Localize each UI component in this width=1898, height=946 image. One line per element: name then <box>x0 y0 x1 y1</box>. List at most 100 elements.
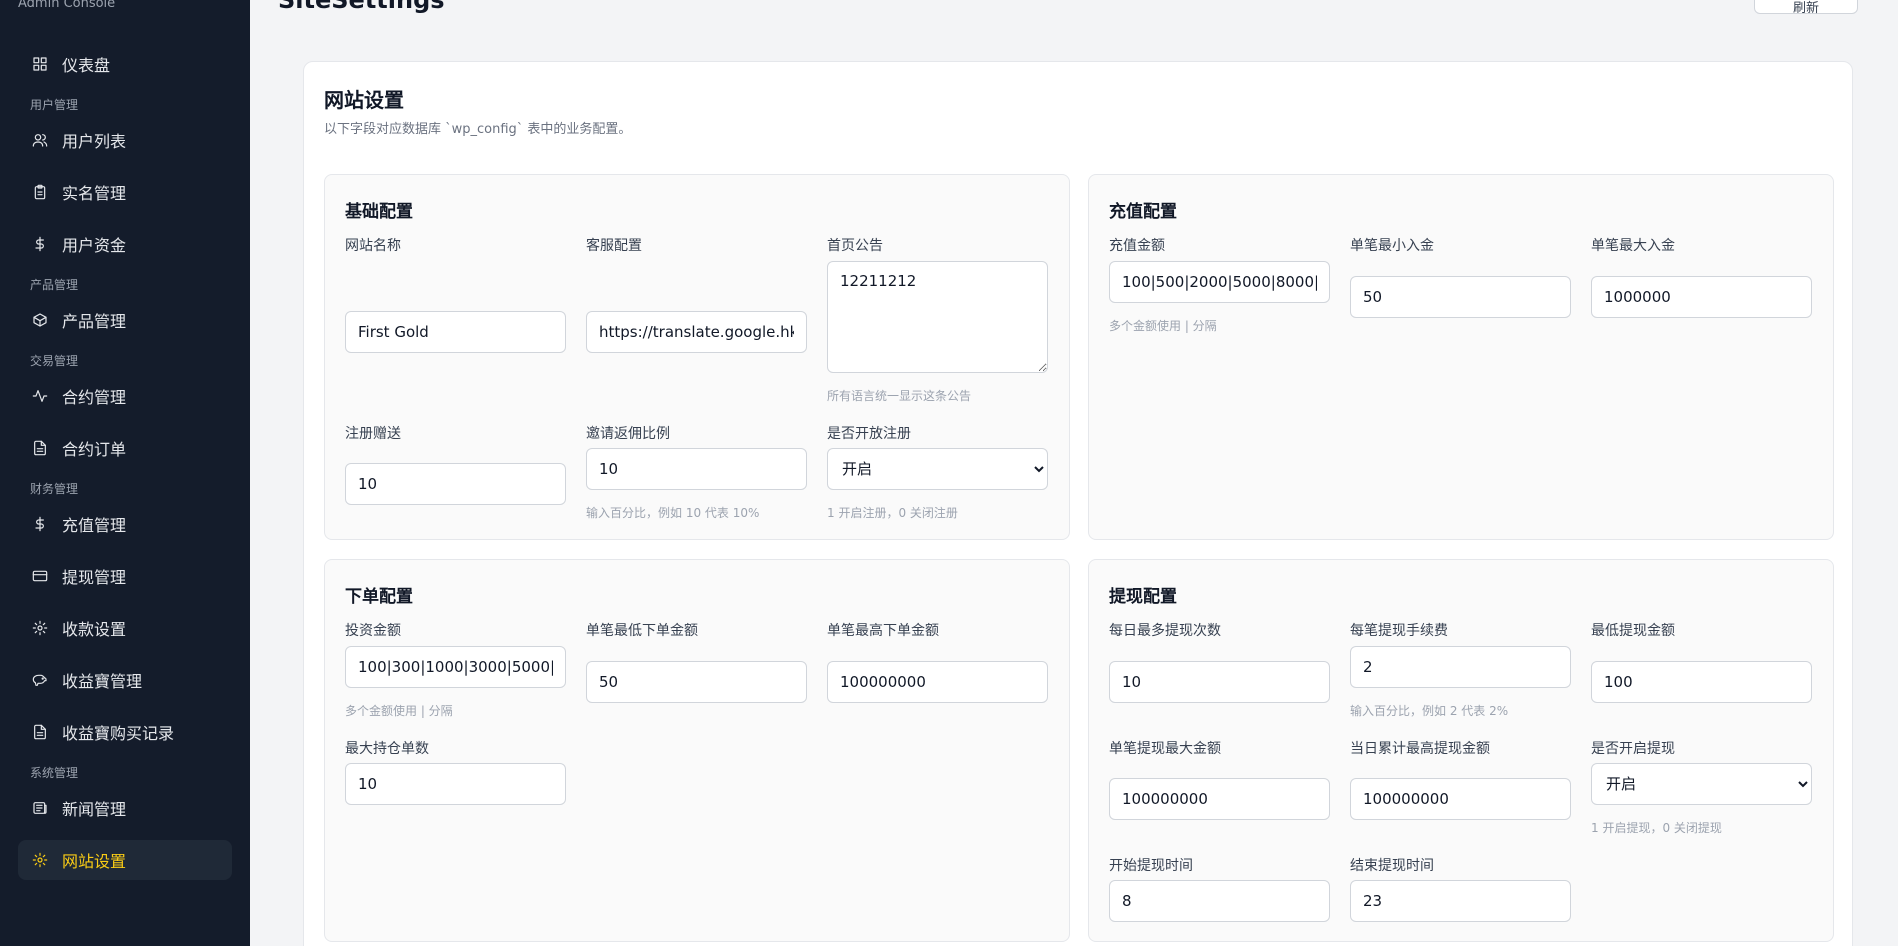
dashboard-icon <box>30 54 50 74</box>
panel-title: 网站设置 <box>324 88 404 112</box>
box-icon <box>30 310 50 330</box>
main-content: SiteSettings 刷新 网站设置 以下字段对应数据库 `wp_confi… <box>250 0 1898 946</box>
file-icon <box>30 438 50 458</box>
page-title: SiteSettings <box>278 0 445 14</box>
recharge-config-card: 充值配置 充值金额 多个金额使用 | 分隔 单笔最小入金 单笔最大入金 <box>1088 174 1834 540</box>
recharge-amount-hint: 多个金额使用 | 分隔 <box>1109 319 1217 333</box>
withdraw-fee-input[interactable] <box>1350 646 1571 688</box>
daily-max-label: 当日累计最高提现金额 <box>1350 741 1490 757</box>
sidebar-section-label: 财务管理 <box>30 482 79 496</box>
order-config-title: 下单配置 <box>345 587 413 607</box>
dollar-icon <box>30 234 50 254</box>
withdraw-open-select[interactable]: 开启 <box>1591 763 1812 805</box>
card-icon <box>30 566 50 586</box>
newspaper-icon <box>30 798 50 818</box>
daily-max-input[interactable] <box>1350 778 1571 820</box>
start-time-input[interactable] <box>1109 880 1330 922</box>
sidebar: Admin Console 仪表盘 用户管理 用户列表 实名管理 用户资金 产品管理 产品管… <box>0 0 250 946</box>
notice-label: 首页公告 <box>827 238 883 254</box>
service-input[interactable] <box>586 311 807 353</box>
refresh-button[interactable]: 刷新 <box>1754 0 1858 16</box>
recharge-amount-label: 充值金额 <box>1109 238 1165 254</box>
notice-hint: 所有语言统一显示这条公告 <box>827 389 972 403</box>
reg-bonus-input[interactable] <box>345 463 566 505</box>
withdraw-config-title: 提现配置 <box>1109 587 1177 607</box>
activity-icon <box>30 386 50 406</box>
notice-textarea[interactable]: 12211212 <box>827 261 1048 373</box>
brand-subtitle: Admin Console <box>18 0 116 11</box>
invite-hint: 输入百分比，例如 10 代表 10% <box>586 506 760 520</box>
piggy-bank-icon <box>30 670 50 690</box>
end-time-input[interactable] <box>1350 880 1571 922</box>
recharge-max-input[interactable] <box>1591 276 1812 318</box>
sidebar-item-label: 提现管理 <box>62 568 127 587</box>
order-config-card: 下单配置 投资金额 多个金额使用 | 分隔 单笔最低下单金额 单笔最高下单金额 … <box>324 559 1070 942</box>
sidebar-item-label: 用户列表 <box>62 132 127 151</box>
basic-config-title: 基础配置 <box>345 202 413 222</box>
sidebar-item-9[interactable]: 合约订单 <box>18 428 232 468</box>
open-reg-select[interactable]: 开启 <box>827 448 1048 490</box>
sidebar-item-11[interactable]: 充值管理 <box>18 504 232 544</box>
open-reg-hint: 1 开启注册，0 关闭注册 <box>827 506 958 520</box>
order-min-label: 单笔最低下单金额 <box>586 623 698 639</box>
sidebar-item-8[interactable]: 合约管理 <box>18 376 232 416</box>
file-icon <box>30 722 50 742</box>
recharge-config-title: 充值配置 <box>1109 202 1177 222</box>
withdraw-min-label: 最低提现金额 <box>1591 623 1675 639</box>
sidebar-item-6[interactable]: 产品管理 <box>18 300 232 340</box>
max-hold-input[interactable] <box>345 763 566 805</box>
sidebar-item-label: 新闻管理 <box>62 800 127 819</box>
sidebar-item-label: 收益寶管理 <box>62 672 143 691</box>
invite-input[interactable] <box>586 448 807 490</box>
sidebar-item-17[interactable]: 新闻管理 <box>18 788 232 828</box>
withdraw-open-hint: 1 开启提现，0 关闭提现 <box>1591 821 1722 835</box>
open-reg-label: 是否开放注册 <box>827 426 911 442</box>
end-time-label: 结束提现时间 <box>1350 858 1434 874</box>
sidebar-item-13[interactable]: 收款设置 <box>18 608 232 648</box>
sidebar-item-18[interactable]: 网站设置 <box>18 840 232 880</box>
sidebar-section-label: 系统管理 <box>30 766 79 780</box>
withdraw-open-label: 是否开启提现 <box>1591 741 1675 757</box>
start-time-label: 开始提现时间 <box>1109 858 1193 874</box>
service-label: 客服配置 <box>586 238 642 254</box>
order-max-input[interactable] <box>827 661 1048 703</box>
single-max-label: 单笔提现最大金额 <box>1109 741 1221 757</box>
sidebar-item-label: 用户资金 <box>62 236 127 255</box>
sidebar-item-4[interactable]: 用户资金 <box>18 224 232 264</box>
site-name-input[interactable] <box>345 311 566 353</box>
sidebar-item-label: 仪表盘 <box>62 56 111 75</box>
recharge-min-label: 单笔最小入金 <box>1350 238 1434 254</box>
sidebar-item-12[interactable]: 提现管理 <box>18 556 232 596</box>
reg-bonus-label: 注册赠送 <box>345 426 401 442</box>
sidebar-item-label: 网站设置 <box>62 852 127 871</box>
basic-config-card: 基础配置 网站名称 客服配置 首页公告 12211212 所有语言统一显示这条公… <box>324 174 1070 540</box>
gear-icon <box>30 618 50 638</box>
invest-amount-input[interactable] <box>345 646 566 688</box>
sidebar-section-label: 产品管理 <box>30 278 79 292</box>
gear-icon <box>30 850 50 870</box>
sidebar-item-label: 收益寶购买记录 <box>62 724 175 743</box>
recharge-max-label: 单笔最大入金 <box>1591 238 1675 254</box>
sidebar-item-label: 合约订单 <box>62 440 127 459</box>
withdraw-fee-label: 每笔提现手续费 <box>1350 623 1448 639</box>
sidebar-item-0[interactable]: 仪表盘 <box>18 44 232 84</box>
withdraw-min-input[interactable] <box>1591 661 1812 703</box>
recharge-amount-input[interactable] <box>1109 261 1330 303</box>
dollar-icon <box>30 514 50 534</box>
invite-label: 邀请返佣比例 <box>586 426 670 442</box>
sidebar-item-2[interactable]: 用户列表 <box>18 120 232 160</box>
daily-times-input[interactable] <box>1109 661 1330 703</box>
recharge-min-input[interactable] <box>1350 276 1571 318</box>
sidebar-item-label: 合约管理 <box>62 388 127 407</box>
sidebar-item-15[interactable]: 收益寶购买记录 <box>18 712 232 752</box>
order-min-input[interactable] <box>586 661 807 703</box>
sidebar-item-14[interactable]: 收益寶管理 <box>18 660 232 700</box>
sidebar-nav: 仪表盘 用户管理 用户列表 实名管理 用户资金 产品管理 产品管理 交易管理 合约管理 合约订单财… <box>0 44 250 892</box>
invest-amount-label: 投资金额 <box>345 623 401 639</box>
users-icon <box>30 130 50 150</box>
sidebar-item-3[interactable]: 实名管理 <box>18 172 232 212</box>
daily-times-label: 每日最多提现次数 <box>1109 623 1221 639</box>
single-max-input[interactable] <box>1109 778 1330 820</box>
sidebar-section-label: 交易管理 <box>30 354 79 368</box>
panel-description: 以下字段对应数据库 `wp_config` 表中的业务配置。 <box>324 122 632 137</box>
